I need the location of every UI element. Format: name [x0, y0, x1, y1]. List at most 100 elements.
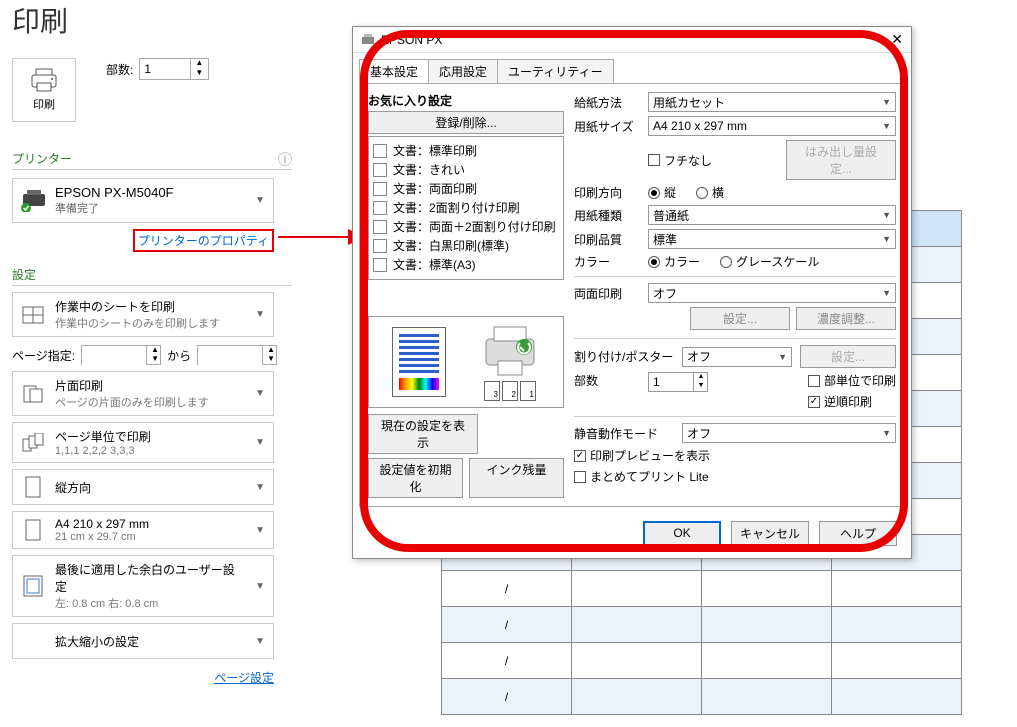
chevron-down-icon: ▼ — [255, 525, 265, 536]
duplex-settings-button[interactable]: 設定... — [690, 307, 790, 330]
chevron-down-icon: ▼ — [882, 234, 891, 244]
info-icon[interactable]: i — [278, 152, 292, 166]
printer-status-icon — [21, 190, 47, 212]
tab-row: 基本設定 応用設定 ユーティリティー — [359, 59, 905, 83]
per-unit-checkbox[interactable]: 部単位で印刷 — [808, 372, 896, 389]
setting-print-sheets[interactable]: 作業中のシートを印刷作業中のシートのみを印刷します ▼ — [12, 292, 274, 337]
print-backstage-panel: 印刷 印刷 部数: ▲▼ プリンター i EPSON PX-M5040F 準備完… — [12, 0, 312, 686]
order-thumbs: 321 — [484, 381, 536, 401]
tab-advanced[interactable]: 応用設定 — [428, 59, 498, 83]
tab-utility[interactable]: ユーティリティー — [497, 59, 614, 83]
fav-item[interactable]: 文書：両面印刷 — [371, 179, 561, 198]
fav-item[interactable]: 文書：標準(A3) — [371, 255, 561, 274]
orient-landscape-radio[interactable]: 横 — [696, 184, 724, 201]
chevron-down-icon: ▼ — [882, 97, 891, 107]
show-current-button[interactable]: 現在の設定を表示 — [368, 414, 478, 454]
sheets-icon — [21, 303, 45, 327]
reset-button[interactable]: 設定値を初期化 — [368, 458, 463, 498]
setting-side[interactable]: 片面印刷ページの片面のみを印刷します ▼ — [12, 371, 274, 416]
settings-section-title: 設定 — [12, 266, 36, 283]
page-range-label: ページ指定: — [12, 347, 75, 364]
chevron-down-icon: ▼ — [882, 210, 891, 220]
grayscale-radio[interactable]: グレースケール — [720, 253, 819, 270]
chevron-down-icon: ▼ — [882, 428, 891, 438]
doc-icon — [373, 163, 387, 177]
setting-margin[interactable]: 最後に適用した余白のユーザー設定左: 0.8 cm 右: 0.8 cm ▼ — [12, 555, 274, 617]
chevron-down-icon: ▼ — [255, 581, 265, 592]
chevron-down-icon: ▼ — [255, 309, 265, 320]
printer-status: 準備完了 — [55, 200, 247, 216]
size-select[interactable]: A4 210 x 297 mm▼ — [648, 116, 896, 136]
ink-button[interactable]: インク残量 — [469, 458, 564, 498]
copies-spinner[interactable]: ▲▼ — [139, 58, 209, 80]
chevron-down-icon: ▼ — [778, 352, 787, 362]
favorites-list: 文書：標準印刷 文書：きれい 文書：両面印刷 文書：2面割り付け印刷 文書：両面… — [368, 136, 564, 280]
printer-section-title: プリンター — [12, 150, 72, 167]
printer-illustration — [480, 323, 540, 377]
quality-select[interactable]: 標準▼ — [648, 229, 896, 249]
doc-icon — [373, 201, 387, 215]
printer-icon — [30, 68, 58, 92]
fav-item[interactable]: 文書：きれい — [371, 160, 561, 179]
setting-scale[interactable]: 拡大縮小の設定 ▼ — [12, 623, 274, 659]
orient-portrait-radio[interactable]: 縦 — [648, 184, 676, 201]
page-title: 印刷 — [12, 0, 312, 40]
printer-dropdown[interactable]: EPSON PX-M5040F 準備完了 ▼ — [12, 178, 274, 223]
chevron-down-icon: ▼ — [882, 288, 891, 298]
chevron-down-icon: ▼ — [255, 636, 265, 647]
setting-collate[interactable]: ページ単位で印刷1,1,1 2,2,2 3,3,3 ▼ — [12, 422, 274, 463]
printer-properties-link[interactable]: プリンターのプロパティ — [12, 229, 274, 252]
fav-item[interactable]: 文書：標準印刷 — [371, 141, 561, 160]
spinner-down-icon[interactable]: ▼ — [191, 69, 207, 79]
preview-box: 321 — [368, 316, 564, 408]
color-radio[interactable]: カラー — [648, 253, 700, 270]
chevron-down-icon: ▼ — [255, 388, 265, 399]
preview-checkbox[interactable]: ✓印刷プレビューを表示 — [574, 447, 896, 464]
orientation-icon — [21, 475, 45, 499]
lite-checkbox[interactable]: まとめてプリント Lite — [574, 468, 896, 485]
layout-select[interactable]: オフ▼ — [682, 347, 792, 367]
register-delete-button[interactable]: 登録/削除... — [368, 111, 564, 134]
margin-icon — [21, 574, 45, 598]
printer-properties-dialog: EPSON PX ✕ 基本設定 応用設定 ユーティリティー お気に入り設定 登録… — [352, 26, 912, 559]
cancel-button[interactable]: キャンセル — [731, 521, 809, 546]
page-from-input[interactable]: ▲▼ — [81, 345, 161, 365]
feed-select[interactable]: 用紙カセット▼ — [648, 92, 896, 112]
setting-orientation[interactable]: 縦方向 ▼ — [12, 469, 274, 505]
copies-input[interactable] — [140, 60, 190, 78]
margin-amount-button[interactable]: はみ出し量設定... — [786, 140, 896, 180]
page-preview — [392, 327, 446, 397]
copies-input[interactable]: ▲▼ — [648, 372, 708, 392]
doc-icon — [373, 144, 387, 158]
dialog-title: EPSON PX — [381, 33, 442, 47]
tab-basic[interactable]: 基本設定 — [359, 59, 429, 83]
quiet-select[interactable]: オフ▼ — [682, 423, 896, 443]
collate-icon — [21, 431, 45, 455]
favorites-title: お気に入り設定 — [368, 92, 564, 109]
page-range-to: から — [167, 347, 191, 364]
page-to-input[interactable]: ▲▼ — [197, 345, 277, 365]
borderless-checkbox[interactable]: フチなし — [648, 152, 712, 169]
reverse-checkbox[interactable]: ✓逆順印刷 — [808, 393, 896, 410]
duplex-select[interactable]: オフ▼ — [648, 283, 896, 303]
printer-name: EPSON PX-M5040F — [55, 185, 247, 200]
density-button[interactable]: 濃度調整... — [796, 307, 896, 330]
close-button[interactable]: ✕ — [891, 31, 903, 48]
help-button[interactable]: ヘルプ — [819, 521, 897, 546]
doc-icon — [373, 182, 387, 196]
media-select[interactable]: 普通紙▼ — [648, 205, 896, 225]
fav-item[interactable]: 文書：2面割り付け印刷 — [371, 198, 561, 217]
fav-item[interactable]: 文書：白黒印刷(標準) — [371, 236, 561, 255]
fav-item[interactable]: 文書：両面＋2面割り付け印刷 — [371, 217, 561, 236]
layout-settings-button[interactable]: 設定... — [800, 345, 896, 368]
ok-button[interactable]: OK — [643, 521, 721, 546]
chevron-down-icon: ▼ — [255, 482, 265, 493]
doc-icon — [373, 239, 387, 253]
doc-icon — [373, 258, 387, 272]
print-button[interactable]: 印刷 — [12, 58, 76, 122]
paper-icon — [21, 518, 45, 542]
side-icon — [21, 382, 45, 406]
page-setup-link[interactable]: ページ設定 — [12, 669, 274, 686]
setting-paper-size[interactable]: A4 210 x 297 mm21 cm x 29.7 cm ▼ — [12, 511, 274, 549]
printer-icon — [361, 34, 375, 46]
